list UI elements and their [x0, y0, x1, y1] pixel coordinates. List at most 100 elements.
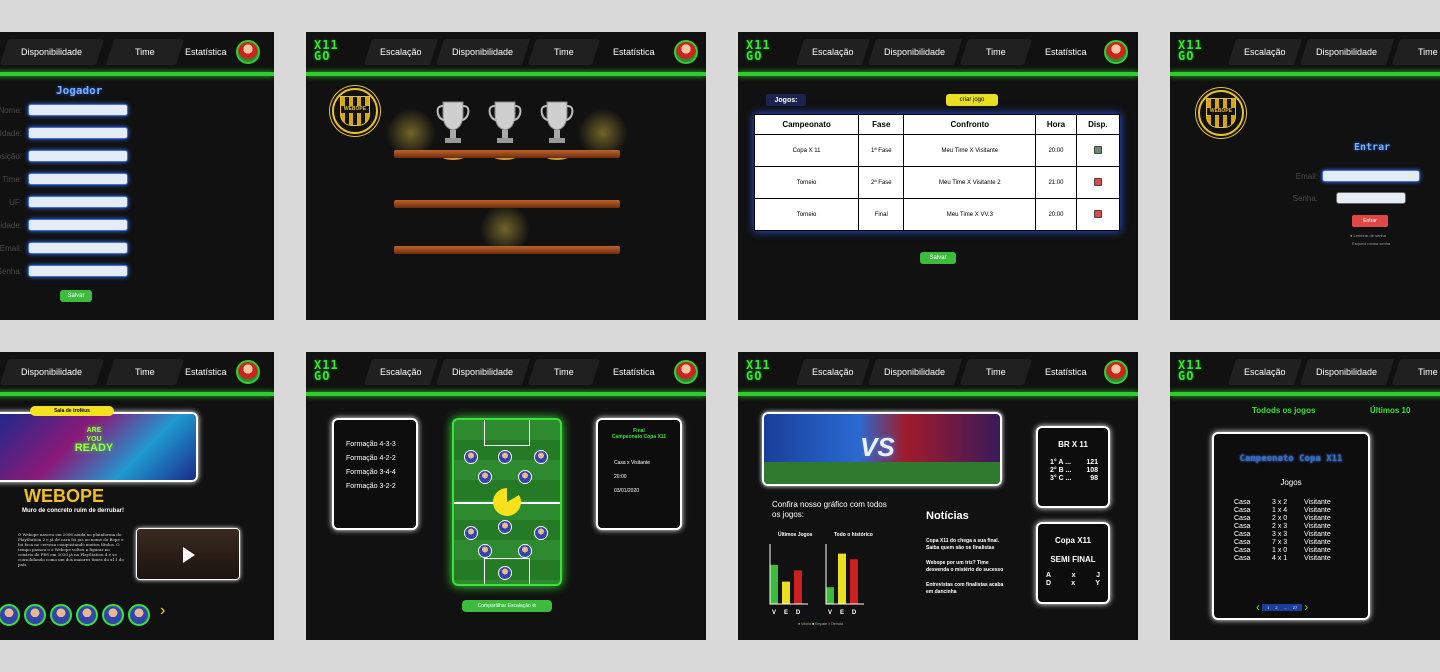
nav-tab-disponibilidade[interactable]: Disponibilidade [867, 39, 963, 65]
nav-tab-time[interactable]: Time [959, 39, 1033, 65]
nav-tab-estatistica[interactable]: Estatística [596, 359, 672, 385]
formation-option[interactable]: Formação 3-4-4 [346, 466, 416, 480]
formation-option[interactable]: Formação 3-2-2 [346, 480, 416, 494]
form-field[interactable] [28, 150, 128, 162]
chevron-left-icon[interactable]: ‹ [1256, 600, 1260, 614]
app-logo[interactable]: X11 GO [746, 359, 771, 382]
nav-tab-escalacao[interactable]: Escalação [1227, 39, 1303, 65]
user-avatar[interactable] [1104, 360, 1128, 384]
page-link[interactable]: 27 [1291, 605, 1299, 610]
trophy-icon[interactable] [488, 98, 522, 148]
form-field[interactable] [28, 219, 128, 231]
field-player[interactable] [498, 450, 512, 464]
save-button[interactable]: Salvar [920, 252, 956, 264]
formation-option[interactable]: Formação 4-2-2 [346, 452, 416, 466]
cup-title: Copa X11 [1054, 536, 1091, 545]
user-avatar[interactable] [674, 40, 698, 64]
nav-tab-disponibilidade[interactable]: Disponibilidade [435, 39, 531, 65]
nav-tab-escalacao[interactable]: Escalação [363, 39, 439, 65]
player-avatar[interactable] [24, 604, 46, 626]
nav-tab-time[interactable]: Time [527, 359, 601, 385]
field-player[interactable] [518, 470, 532, 484]
player-avatar[interactable] [128, 604, 150, 626]
form-field[interactable] [28, 127, 128, 139]
nav-tab-disponibilidade[interactable]: Disponibilidade [867, 359, 963, 385]
app-logo[interactable]: X11 GO [1178, 39, 1203, 62]
login-button[interactable]: Entrar [1352, 215, 1388, 227]
create-game-button[interactable]: criar jogo [946, 94, 998, 106]
field-player[interactable] [498, 566, 512, 580]
player-avatar[interactable] [102, 604, 124, 626]
chevron-right-icon[interactable]: › [160, 602, 165, 620]
page-link[interactable]: ... [1281, 605, 1288, 610]
play-icon[interactable] [183, 547, 195, 563]
nav-tab-estatistica[interactable]: Estatística [166, 359, 246, 385]
checkbox-checked-icon[interactable] [1093, 145, 1102, 154]
form-field[interactable] [28, 104, 128, 116]
nav-tab-time[interactable]: Time [959, 359, 1033, 385]
field-player[interactable] [534, 450, 548, 464]
news-item[interactable]: Entrevistas com finalistas acaba em danc… [926, 582, 1010, 596]
field-player[interactable] [534, 526, 548, 540]
soccer-field[interactable] [452, 418, 562, 586]
app-logo[interactable]: X11 GO [314, 39, 339, 62]
nav-tab-disponibilidade[interactable]: Disponibilidade [435, 359, 531, 385]
trophy-icon[interactable] [540, 98, 574, 148]
news-item[interactable]: Copa X11 do chega a sua final. Saiba que… [926, 538, 1010, 552]
tab-last-10[interactable]: Últimos 10 [1370, 406, 1410, 415]
page-link[interactable]: 1 [1265, 605, 1271, 610]
player-avatar[interactable] [50, 604, 72, 626]
nav-tab-time[interactable]: Time [1391, 359, 1440, 385]
forgot-password-link[interactable]: Esqueci minha senha [1352, 241, 1390, 246]
share-lineup-button[interactable]: Compartilhar Escalação ⊘ [462, 600, 552, 612]
field-player[interactable] [464, 450, 478, 464]
tab-all-games[interactable]: Todods os jogos [1252, 406, 1315, 415]
nav-tab-estatistica[interactable]: Estatística [166, 39, 246, 65]
email-field[interactable] [1322, 170, 1420, 182]
nav-tab-estatistica[interactable]: Estatística [596, 39, 672, 65]
form-field[interactable] [28, 265, 128, 277]
nav-tab-time[interactable]: Time [1391, 39, 1440, 65]
user-avatar[interactable] [1104, 40, 1128, 64]
remember-checkbox[interactable]: ● Lembrar de senha [1350, 233, 1386, 238]
checkbox-cross-icon[interactable] [1093, 177, 1102, 186]
field-player[interactable] [518, 544, 532, 558]
nav-tab-disponibilidade[interactable]: Disponibilidade [1299, 359, 1395, 385]
news-item[interactable]: Webope por um triz? Time desvenda o mist… [926, 560, 1010, 574]
field-player[interactable] [464, 526, 478, 540]
trophy-room-badge[interactable]: Sala de troféus [30, 406, 114, 416]
nav-tab-estatistica[interactable]: Estatística [1028, 39, 1104, 65]
player-avatar[interactable] [0, 604, 20, 626]
field-player[interactable] [498, 520, 512, 534]
formation-option[interactable]: Formação 4-3-3 [346, 438, 416, 452]
form-field[interactable] [28, 196, 128, 208]
save-button[interactable]: Salvar [60, 290, 92, 302]
nav-tab-time[interactable]: Time [527, 39, 601, 65]
chevron-right-icon[interactable]: › [1304, 600, 1308, 614]
app-logo[interactable]: X11 GO [314, 359, 339, 382]
field-player[interactable] [478, 544, 492, 558]
nav-tab-disponibilidade[interactable]: Disponibilidade [0, 359, 105, 385]
page-link[interactable]: 2 [1273, 605, 1279, 610]
trophy-icon[interactable] [436, 98, 470, 148]
field-player[interactable] [478, 470, 492, 484]
checkbox-cross-icon[interactable] [1093, 209, 1102, 218]
nav-tab-escalacao[interactable]: Escalação [795, 359, 871, 385]
team-video[interactable] [136, 528, 240, 580]
password-field[interactable] [1336, 192, 1406, 204]
player-avatar[interactable] [76, 604, 98, 626]
nav-tab-escalacao[interactable]: Escalação [363, 359, 439, 385]
form-field[interactable] [28, 173, 128, 185]
user-avatar[interactable] [236, 40, 260, 64]
app-logo[interactable]: X11 GO [1178, 359, 1203, 382]
form-field[interactable] [28, 242, 128, 254]
nav-tab-estatistica[interactable]: Estatística [1028, 359, 1104, 385]
user-avatar[interactable] [674, 360, 698, 384]
nav-tab-escalacao[interactable]: Escalação [795, 39, 871, 65]
nav-tab-escalacao[interactable]: Escalação [1227, 359, 1303, 385]
user-avatar[interactable] [236, 360, 260, 384]
app-logo[interactable]: X11 GO [746, 39, 771, 62]
cell-campeonato: Torneio [753, 166, 860, 199]
nav-tab-disponibilidade[interactable]: Disponibilidade [0, 39, 105, 65]
nav-tab-disponibilidade[interactable]: Disponibilidade [1299, 39, 1395, 65]
